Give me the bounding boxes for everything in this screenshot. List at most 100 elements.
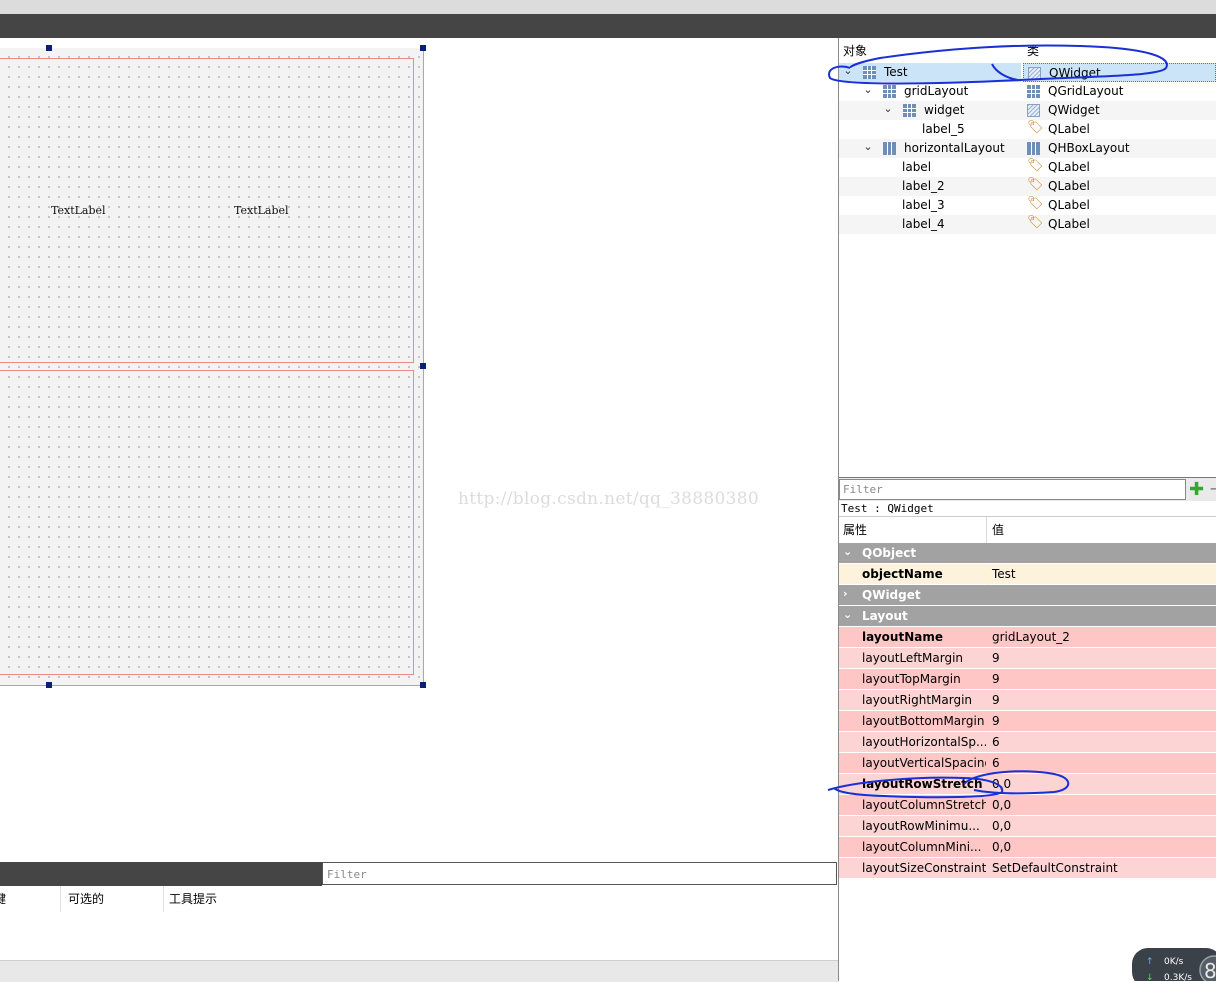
class-name: QWidget <box>1048 103 1100 117</box>
property-row-layoutrowminimumheight[interactable]: layoutRowMinimu... 0,0 <box>839 816 1216 837</box>
property-value[interactable]: 0,0 <box>992 777 1011 791</box>
column-header-tooltip[interactable]: 工具提示 <box>169 886 217 912</box>
header-object[interactable]: 对象 <box>843 42 867 59</box>
column-header-shortcut[interactable]: 键 <box>0 886 6 912</box>
property-value[interactable]: Test <box>992 567 1016 581</box>
property-filter-input[interactable]: Filter <box>839 479 1186 500</box>
tree-row-label-2[interactable]: label_2 🏷 QLabel <box>839 177 1216 196</box>
resize-handle-bottom[interactable] <box>46 682 52 688</box>
object-name: horizontalLayout <box>904 141 1005 155</box>
text-label-2[interactable]: TextLabel <box>234 204 289 217</box>
property-value[interactable]: SetDefaultConstraint <box>992 861 1118 875</box>
property-editor: 属性 值 ⌄ QObject objectName Test › QWidget… <box>839 517 1216 981</box>
object-name: label_5 <box>922 122 965 136</box>
label-tag-icon: 🏷 <box>1027 158 1044 173</box>
chevron-down-icon[interactable]: ⌄ <box>862 83 874 96</box>
tree-row-gridlayout[interactable]: ⌄ gridLayout QGridLayout <box>839 82 1216 101</box>
property-row-layoutrowstretch[interactable]: layoutRowStretch 0,0 <box>839 774 1216 795</box>
resize-handle-right[interactable] <box>420 363 426 369</box>
property-row-layoutname[interactable]: layoutName gridLayout_2 <box>839 627 1216 648</box>
class-name: QHBoxLayout <box>1048 141 1130 155</box>
property-name: layoutVerticalSpacing <box>862 756 986 770</box>
property-row-layoutsizeconstraint[interactable]: layoutSizeConstraint SetDefaultConstrain… <box>839 858 1216 879</box>
resize-handle-bottom-right[interactable] <box>420 682 426 688</box>
add-property-button[interactable]: ✚ <box>1189 481 1204 499</box>
property-name: layoutRowMinimu... <box>862 819 980 833</box>
tree-row-label-3[interactable]: label_3 🏷 QLabel <box>839 196 1216 215</box>
cell-divider <box>987 564 988 585</box>
chevron-down-icon[interactable]: ⌄ <box>843 608 852 621</box>
action-editor-toolbar <box>0 862 322 886</box>
object-name: label_4 <box>902 217 945 231</box>
property-value[interactable]: 6 <box>992 756 1000 770</box>
property-value[interactable]: gridLayout_2 <box>992 630 1070 644</box>
chevron-down-icon[interactable]: ⌄ <box>862 140 874 153</box>
group-name: Layout <box>862 609 908 623</box>
object-name: Test <box>884 65 908 79</box>
tree-row-test[interactable]: ⌄ Test QWidget <box>839 63 1216 82</box>
property-row-layoutcolumnminimumwidth[interactable]: layoutColumnMini... 0,0 <box>839 837 1216 858</box>
property-name: layoutHorizontalSp... <box>862 735 986 749</box>
property-row-layoutrightmargin[interactable]: layoutRightMargin 9 <box>839 690 1216 711</box>
widget-icon <box>1028 67 1041 80</box>
chevron-down-icon[interactable]: ⌄ <box>842 64 854 77</box>
property-value[interactable]: 0,0 <box>992 798 1011 812</box>
horizontal-scrollbar[interactable] <box>0 960 838 982</box>
property-value[interactable]: 9 <box>992 651 1000 665</box>
form-widget-test[interactable]: TextLabel TextLabel <box>0 48 424 686</box>
property-value[interactable]: 6 <box>992 735 1000 749</box>
header-value[interactable]: 值 <box>992 521 1004 538</box>
grid-layout-icon <box>903 104 916 117</box>
hbox-layout-icon <box>1027 142 1040 155</box>
property-value[interactable]: 9 <box>992 672 1000 686</box>
resize-handle-top-right[interactable] <box>420 45 426 51</box>
widget-grid-layout-box[interactable] <box>0 370 414 675</box>
property-value[interactable]: 0,0 <box>992 819 1011 833</box>
grid-layout-icon <box>863 66 876 79</box>
property-row-layoutcolumnstretch[interactable]: layoutColumnStretch 0,0 <box>839 795 1216 816</box>
property-row-layoutverticalspacing[interactable]: layoutVerticalSpacing 6 <box>839 753 1216 774</box>
tree-row-widget[interactable]: ⌄ widget QWidget <box>839 101 1216 120</box>
grid-layout-icon <box>1027 85 1040 98</box>
class-name: QLabel <box>1048 122 1090 136</box>
label-tag-icon: 🏷 <box>1027 215 1044 230</box>
object-name: widget <box>924 103 965 117</box>
column-header-checkable[interactable]: 可选的 <box>68 886 104 912</box>
class-name: QLabel <box>1048 217 1090 231</box>
remove-property-button[interactable]: − <box>1209 480 1216 498</box>
text-label-1[interactable]: TextLabel <box>51 204 106 217</box>
tree-row-label[interactable]: label 🏷 QLabel <box>839 158 1216 177</box>
action-filter-input[interactable]: Filter <box>322 862 837 885</box>
resize-handle-top[interactable] <box>46 45 52 51</box>
tree-row-label-5[interactable]: label_5 🏷 QLabel <box>839 120 1216 139</box>
chevron-down-icon[interactable]: ⌄ <box>843 545 852 558</box>
upload-speed: 0K/s <box>1164 957 1184 967</box>
object-name: label_2 <box>902 179 945 193</box>
property-row-layoutbottommargin[interactable]: layoutBottomMargin 9 <box>839 711 1216 732</box>
form-canvas[interactable]: TextLabel TextLabel http://blog.csdn.net… <box>0 38 838 862</box>
tree-header: 对象 类 <box>839 38 1216 62</box>
property-name: layoutColumnMini... <box>862 840 982 854</box>
chevron-right-icon[interactable]: › <box>843 587 848 600</box>
property-value[interactable]: 0,0 <box>992 840 1011 854</box>
property-value[interactable]: 9 <box>992 693 1000 707</box>
chevron-down-icon[interactable]: ⌄ <box>882 102 894 115</box>
column-divider <box>163 886 164 912</box>
header-class[interactable]: 类 <box>1027 42 1039 59</box>
property-editor-title: Test : QWidget <box>839 501 1216 517</box>
group-qobject[interactable]: ⌄ QObject <box>839 543 1216 564</box>
property-value[interactable]: 9 <box>992 714 1000 728</box>
header-property[interactable]: 属性 <box>843 521 867 538</box>
property-name: layoutTopMargin <box>862 672 961 686</box>
group-qwidget[interactable]: › QWidget <box>839 585 1216 606</box>
class-name: QWidget <box>1049 66 1101 80</box>
group-layout[interactable]: ⌄ Layout <box>839 606 1216 627</box>
property-row-layouthorizontalspacing[interactable]: layoutHorizontalSp... 6 <box>839 732 1216 753</box>
property-row-layouttopmargin[interactable]: layoutTopMargin 9 <box>839 669 1216 690</box>
tree-row-label-4[interactable]: label_4 🏷 QLabel <box>839 215 1216 234</box>
label-tag-icon: 🏷 <box>1027 120 1044 135</box>
property-row-layoutleftmargin[interactable]: layoutLeftMargin 9 <box>839 648 1216 669</box>
tree-row-horizontallayout[interactable]: ⌄ horizontalLayout QHBoxLayout <box>839 139 1216 158</box>
property-row-objectname[interactable]: objectName Test <box>839 564 1216 585</box>
property-name: layoutSizeConstraint <box>862 861 986 875</box>
